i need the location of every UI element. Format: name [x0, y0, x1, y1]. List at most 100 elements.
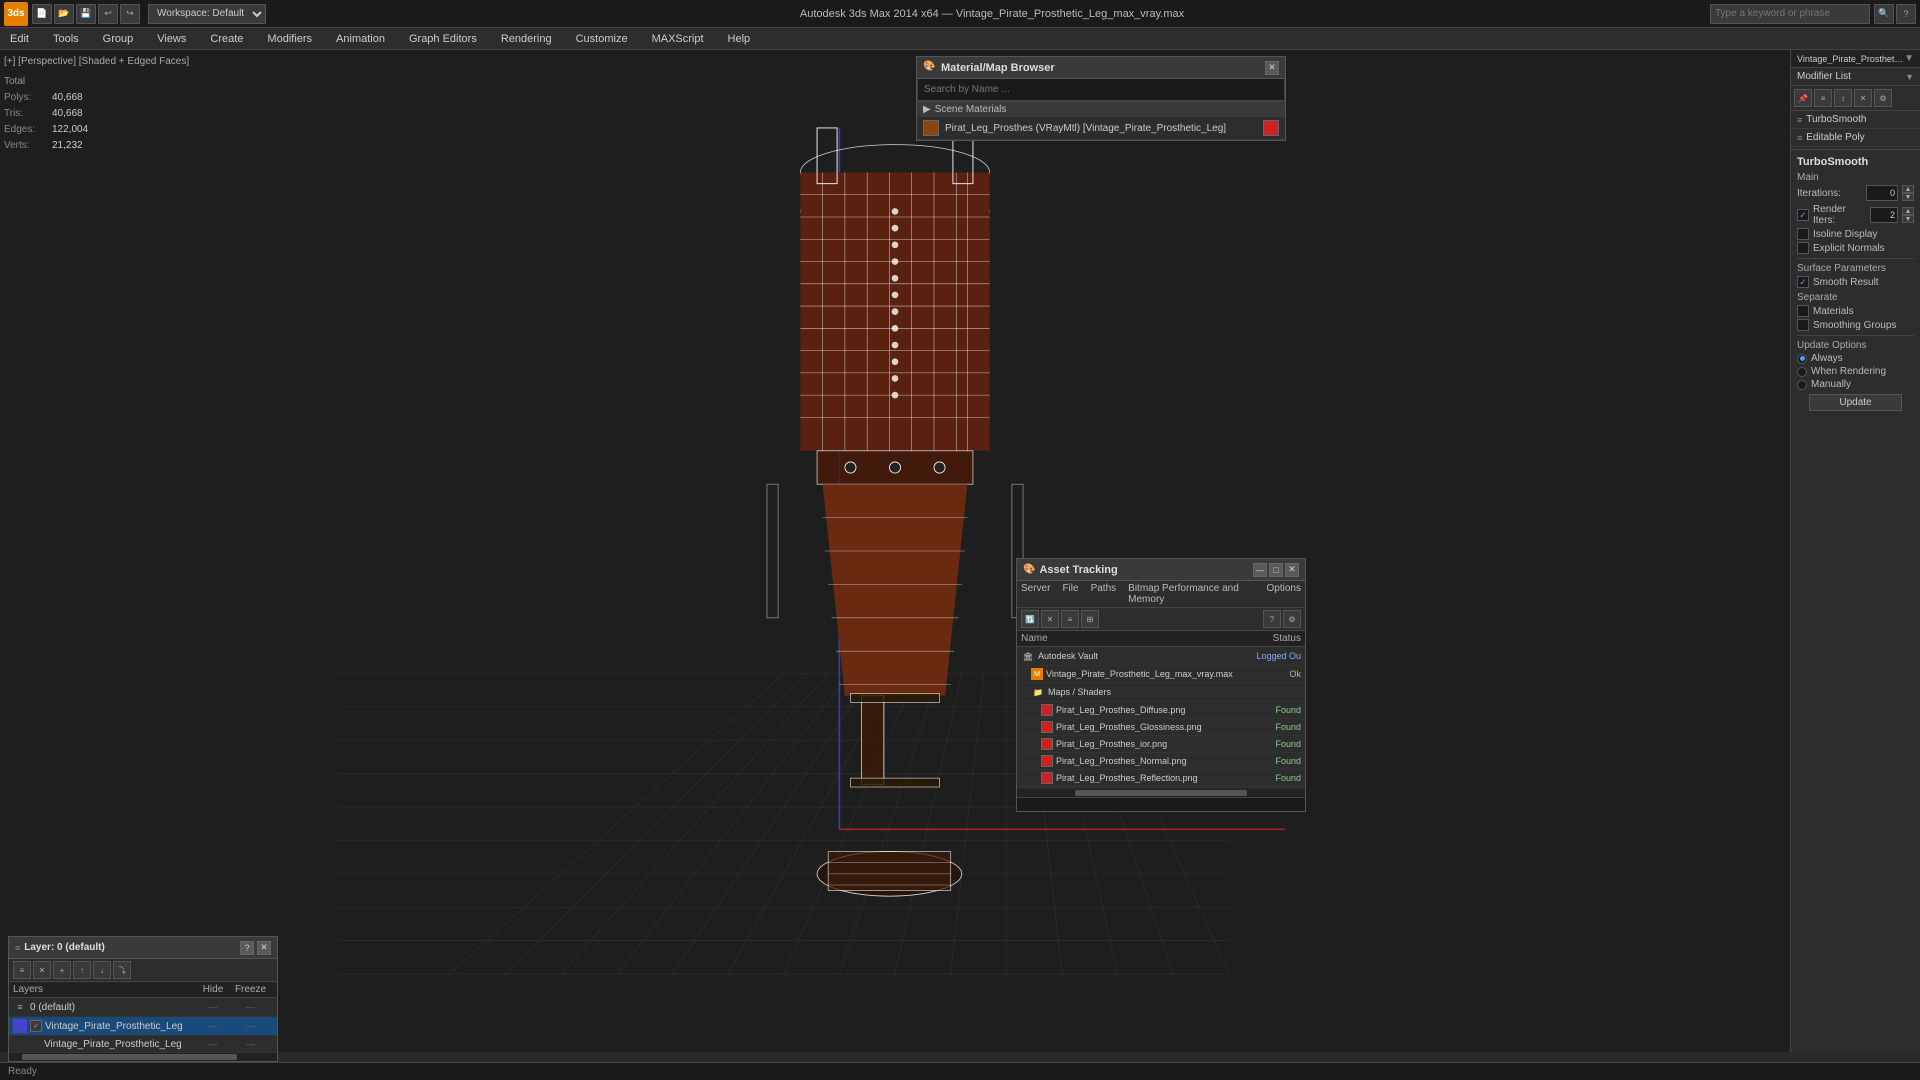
smooth-result-checkbox[interactable]	[1797, 276, 1809, 288]
layer-tool-2[interactable]: ✕	[33, 961, 51, 979]
explicit-normals-checkbox[interactable]	[1797, 242, 1809, 254]
iterations-spinner[interactable]: ▲ ▼	[1902, 185, 1914, 201]
layer-tool-5[interactable]: ↓	[93, 961, 111, 979]
at-maximize-btn[interactable]: □	[1269, 563, 1283, 577]
menu-views[interactable]: Views	[153, 31, 190, 47]
at-row-glossiness[interactable]: Pirat_Leg_Prosthes_Glossiness.png Found	[1017, 719, 1305, 736]
workspace-dropdown[interactable]: Workspace: Default	[148, 4, 266, 24]
layer-row-pirate[interactable]: ✓ Vintage_Pirate_Prosthetic_Leg — —	[9, 1017, 277, 1036]
at-row-ior[interactable]: Pirat_Leg_Prosthes_ior.png Found	[1017, 736, 1305, 753]
when-rendering-radio[interactable]	[1797, 367, 1807, 377]
menu-bar: Edit Tools Group Views Create Modifiers …	[0, 28, 1920, 50]
save-btn[interactable]: 💾	[76, 4, 96, 24]
iterations-down[interactable]: ▼	[1902, 193, 1914, 201]
diffuse-name: Pirat_Leg_Prosthes_Diffuse.png	[1056, 705, 1241, 715]
menu-create[interactable]: Create	[206, 31, 247, 47]
layer-child-spacer	[29, 1038, 41, 1050]
search-input[interactable]	[1710, 4, 1870, 24]
always-radio[interactable]	[1797, 354, 1807, 364]
materials-checkbox[interactable]	[1797, 305, 1809, 317]
at-row-maps-folder[interactable]: 📁 Maps / Shaders	[1017, 683, 1305, 702]
modifier-item-turbosmooth[interactable]: ≡ TurboSmooth	[1791, 111, 1920, 129]
mod-icon-pin[interactable]: 📌	[1794, 89, 1812, 107]
menu-animation[interactable]: Animation	[332, 31, 389, 47]
menu-rendering[interactable]: Rendering	[497, 31, 556, 47]
at-minimize-btn[interactable]: —	[1253, 563, 1267, 577]
at-row-diffuse[interactable]: Pirat_Leg_Prosthes_Diffuse.png Found	[1017, 702, 1305, 719]
menu-customize[interactable]: Customize	[572, 31, 632, 47]
at-menu-file[interactable]: File	[1062, 583, 1078, 605]
at-scrollbar[interactable]	[1017, 789, 1305, 797]
always-row: Always	[1797, 353, 1914, 364]
menu-edit[interactable]: Edit	[6, 31, 33, 47]
update-button[interactable]: Update	[1809, 394, 1903, 411]
layer-help-btn[interactable]: ?	[240, 941, 254, 955]
layer-tool-4[interactable]: ↑	[73, 961, 91, 979]
edges-value: 122,004	[52, 122, 88, 138]
material-item-pirat[interactable]: Pirat_Leg_Prosthes (VRayMtl) [Vintage_Pi…	[917, 117, 1285, 140]
mod-icon-config[interactable]: ⚙	[1874, 89, 1892, 107]
normal-status: Found	[1241, 756, 1301, 766]
material-swatch-right	[1263, 120, 1279, 136]
layer-col-freeze: Freeze	[228, 984, 273, 995]
layer-pirate-checkbox[interactable]: ✓	[30, 1020, 42, 1032]
menu-tools[interactable]: Tools	[49, 31, 83, 47]
material-browser-close[interactable]: ✕	[1265, 61, 1279, 75]
mod-icon-list[interactable]: ≡	[1814, 89, 1832, 107]
viewport-main[interactable]: [+] [Perspective] [Shaded + Edged Faces]…	[0, 50, 1790, 1052]
render-iters-spinner[interactable]: ▲ ▼	[1902, 207, 1914, 223]
at-row-reflection[interactable]: Pirat_Leg_Prosthes_Reflection.png Found	[1017, 770, 1305, 787]
normal-name: Pirat_Leg_Prosthes_Normal.png	[1056, 756, 1241, 766]
at-tool-help[interactable]: ?	[1263, 610, 1281, 628]
layer-scrollbar[interactable]	[9, 1053, 277, 1061]
at-row-normal[interactable]: Pirat_Leg_Prosthes_Normal.png Found	[1017, 753, 1305, 770]
search-btn[interactable]: 🔍	[1874, 4, 1894, 24]
help-btn[interactable]: ?	[1896, 4, 1916, 24]
at-tool-3[interactable]: ≡	[1061, 610, 1079, 628]
menu-maxscript[interactable]: MAXScript	[648, 31, 708, 47]
menu-modifiers[interactable]: Modifiers	[263, 31, 316, 47]
at-menu-server[interactable]: Server	[1021, 583, 1050, 605]
render-iters-input[interactable]	[1870, 207, 1898, 223]
at-row-maxfile[interactable]: M Vintage_Pirate_Prosthetic_Leg_max_vray…	[1017, 666, 1305, 683]
layer-tool-6[interactable]: ⤵	[113, 961, 131, 979]
layer-child-hide: —	[198, 1039, 228, 1049]
scene-materials-header[interactable]: ▶ Scene Materials	[917, 101, 1285, 117]
at-tool-config[interactable]: ⚙	[1283, 610, 1301, 628]
layer-row-pirate-child[interactable]: Vintage_Pirate_Prosthetic_Leg — —	[9, 1036, 277, 1053]
render-iters-checkbox[interactable]	[1797, 209, 1809, 221]
mod-icon-move[interactable]: ↕	[1834, 89, 1852, 107]
manually-radio[interactable]	[1797, 380, 1807, 390]
layer-row-0[interactable]: ≡ 0 (default) — —	[9, 998, 277, 1017]
maxfile-name: Vintage_Pirate_Prosthetic_Leg_max_vray.m…	[1046, 669, 1241, 679]
at-title-section: 🎨 Asset Tracking	[1023, 564, 1118, 576]
at-tool-1[interactable]: 🔃	[1021, 610, 1039, 628]
at-menu-options[interactable]: Options	[1267, 583, 1301, 605]
at-menu-paths[interactable]: Paths	[1091, 583, 1117, 605]
menu-help[interactable]: Help	[724, 31, 755, 47]
mod-icon-delete[interactable]: ✕	[1854, 89, 1872, 107]
layer-tool-1[interactable]: ≡	[13, 961, 31, 979]
menu-graph-editors[interactable]: Graph Editors	[405, 31, 481, 47]
at-tool-2[interactable]: ✕	[1041, 610, 1059, 628]
iterations-up[interactable]: ▲	[1902, 185, 1914, 193]
open-btn[interactable]: 📂	[54, 4, 74, 24]
smooth-result-label: Smooth Result	[1813, 277, 1914, 288]
new-btn[interactable]: 📄	[32, 4, 52, 24]
at-row-vault[interactable]: 🏛 Autodesk Vault Logged Ou	[1017, 647, 1305, 666]
layer-tool-add[interactable]: +	[53, 961, 71, 979]
menu-group[interactable]: Group	[99, 31, 138, 47]
modifier-item-editpoly[interactable]: ≡ Editable Poly	[1791, 129, 1920, 147]
iterations-input[interactable]	[1866, 185, 1898, 201]
material-search-input[interactable]	[917, 79, 1285, 101]
at-close-btn[interactable]: ✕	[1285, 563, 1299, 577]
at-tool-4[interactable]: ⊞	[1081, 610, 1099, 628]
smoothing-groups-checkbox[interactable]	[1797, 319, 1809, 331]
render-iters-down[interactable]: ▼	[1902, 215, 1914, 223]
redo-btn[interactable]: ↪	[120, 4, 140, 24]
isoline-checkbox[interactable]	[1797, 228, 1809, 240]
layer-close-btn[interactable]: ✕	[257, 941, 271, 955]
undo-btn[interactable]: ↩	[98, 4, 118, 24]
at-menu-bitmap[interactable]: Bitmap Performance and Memory	[1128, 583, 1254, 605]
render-iters-up[interactable]: ▲	[1902, 207, 1914, 215]
